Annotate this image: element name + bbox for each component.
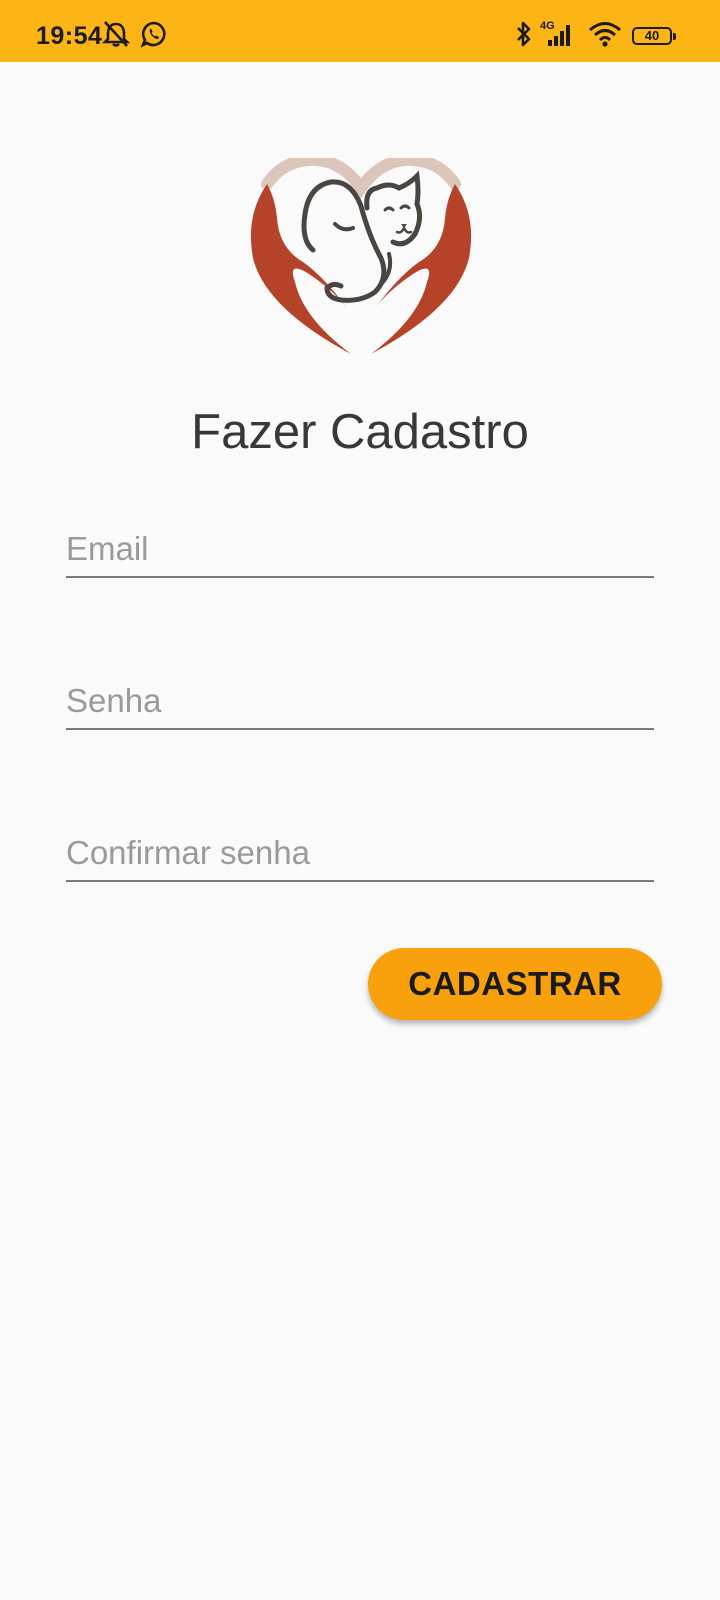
cellular-signal-icon: 4G — [540, 18, 576, 46]
email-field[interactable] — [66, 516, 654, 578]
password-input[interactable] — [66, 682, 654, 720]
page-title: Fazer Cadastro — [191, 405, 529, 459]
bluetooth-icon — [514, 20, 534, 48]
confirm-password-field[interactable] — [66, 820, 654, 882]
battery-level: 40 — [644, 28, 660, 43]
email-input[interactable] — [66, 530, 654, 568]
wifi-icon — [588, 20, 622, 48]
register-button[interactable]: CADASTRAR — [368, 948, 662, 1020]
battery-icon: 40 — [632, 27, 676, 45]
pet-heart-hands-logo — [243, 153, 479, 366]
alarm-off-icon — [101, 20, 131, 48]
password-field[interactable] — [66, 668, 654, 730]
confirm-password-input[interactable] — [66, 834, 654, 872]
status-time: 19:54 — [36, 22, 103, 50]
network-type-label: 4G — [540, 20, 555, 32]
status-bar: 19:54 4G 40 — [0, 0, 720, 62]
whatsapp-icon — [140, 20, 168, 48]
